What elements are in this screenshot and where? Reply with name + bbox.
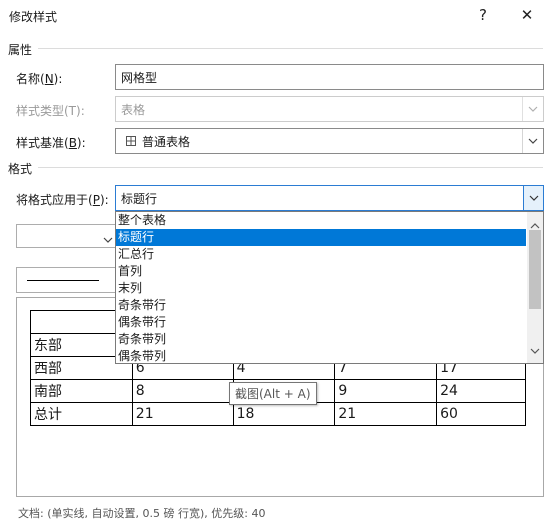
chevron-down-icon (103, 237, 113, 243)
close-icon: ✕ (520, 6, 534, 24)
help-button[interactable]: ? (460, 0, 506, 30)
name-label: 名称(N): (16, 72, 63, 86)
scrollbar-thumb[interactable] (529, 230, 541, 309)
chevron-down-icon (530, 348, 540, 354)
apply-to-option[interactable]: 汇总行 (116, 246, 526, 263)
apply-to-option[interactable]: 标题行 (116, 229, 526, 246)
table-cell: 24 (436, 379, 526, 403)
chevron-down-icon (528, 106, 538, 112)
properties-section-label: 属性 (8, 43, 33, 57)
border-style-select[interactable] (16, 267, 109, 293)
apply-to-value: 标题行 (121, 191, 158, 206)
apply-to-listbox[interactable]: 整个表格 标题行 汇总行 首列 末列 奇条带行 偶条带行 奇条带列 偶条带列 (115, 211, 544, 364)
table-cell: 21 (334, 402, 438, 426)
apply-to-option[interactable]: 首列 (116, 263, 526, 280)
listbox-scrollbar[interactable] (527, 212, 543, 363)
table-grid-icon (126, 136, 136, 146)
properties-divider (38, 48, 543, 49)
table-cell: 60 (436, 402, 526, 426)
apply-to-option[interactable]: 偶条带行 (116, 314, 526, 331)
chevron-down-icon (529, 195, 538, 201)
table-cell: 南部 (30, 379, 133, 403)
table-cell: 8 (131, 379, 234, 403)
close-button[interactable]: ✕ (504, 0, 550, 30)
based-on-dropdown-button[interactable] (522, 129, 543, 153)
format-section-label: 格式 (8, 162, 33, 176)
apply-to-options: 整个表格 标题行 汇总行 首列 末列 奇条带行 偶条带行 奇条带列 偶条带列 (116, 212, 526, 363)
apply-to-option[interactable]: 奇条带列 (116, 331, 526, 348)
apply-to-option[interactable]: 末列 (116, 280, 526, 297)
window-title: 修改样式 (9, 10, 58, 24)
style-type-value: 表格 (121, 102, 146, 117)
style-description: 文档: (单实线, 自动设置, 0.5 磅 行宽), 优先级: 40 (18, 507, 266, 520)
scroll-down-button[interactable] (530, 343, 540, 357)
font-dropdown-button[interactable] (103, 232, 113, 246)
format-divider (38, 167, 543, 168)
name-input[interactable]: 网格型 (115, 64, 544, 90)
style-type-select: 表格 (115, 96, 544, 122)
apply-to-option[interactable]: 偶条带列 (116, 348, 526, 363)
screenshot-tooltip: 截图(Alt + A) (229, 382, 317, 405)
based-on-label: 样式基准(B): (16, 136, 86, 150)
based-on-value: 普通表格 (142, 134, 191, 149)
name-input-value: 网格型 (121, 70, 158, 85)
table-cell: 9 (334, 379, 438, 403)
table-cell: 总计 (30, 402, 133, 426)
table-cell: 18 (232, 402, 336, 426)
apply-to-label: 将格式应用于(P): (16, 193, 109, 207)
help-icon: ? (479, 6, 487, 24)
chevron-up-icon (530, 223, 540, 229)
apply-to-option[interactable]: 奇条带行 (116, 297, 526, 314)
apply-to-select[interactable]: 标题行 (115, 185, 544, 211)
apply-to-dropdown-button[interactable] (523, 185, 544, 211)
style-type-label: 样式类型(T): (16, 104, 85, 118)
table-cell: 21 (131, 402, 234, 426)
table-row: 总计 21 18 21 60 (30, 402, 526, 426)
apply-to-option[interactable]: 整个表格 (116, 212, 526, 229)
border-line-sample (27, 280, 99, 281)
style-type-dropdown-button (522, 97, 543, 121)
based-on-select[interactable]: 普通表格 (115, 128, 544, 154)
chevron-down-icon (528, 138, 538, 144)
font-select[interactable] (16, 224, 116, 248)
